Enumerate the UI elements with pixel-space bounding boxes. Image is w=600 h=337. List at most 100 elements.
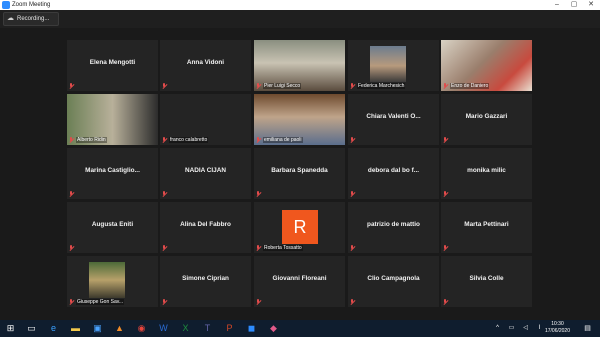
participant-footer — [256, 298, 261, 305]
participant-tile[interactable]: Giovanni Floreani — [254, 256, 345, 307]
store-icon[interactable]: ▣ — [92, 323, 103, 334]
participant-tile[interactable]: Marina Castiglio... — [67, 148, 158, 199]
participant-footer: Enzo de Daniero — [443, 82, 490, 89]
close-button[interactable]: ✕ — [584, 0, 598, 10]
participant-tile[interactable]: Augusta Eniti — [67, 202, 158, 253]
edge-browser-icon[interactable]: e — [48, 323, 59, 334]
participant-name: Marina Castiglio... — [85, 167, 140, 174]
participant-footer — [256, 190, 261, 197]
participant-name: Marta Pettinari — [464, 221, 509, 228]
word-icon[interactable]: W — [158, 323, 169, 334]
windows-taskbar: ⊞ ▭ e ▬ ▣ ▲ ◉ W X T P ◼ ◆ ^ ▭ ◁ I 10:30 … — [0, 320, 600, 337]
muted-mic-icon — [256, 244, 261, 251]
participant-tile[interactable]: patrizio de mattio — [348, 202, 439, 253]
network-icon[interactable]: ▭ — [506, 323, 517, 334]
participant-footer: Federica Marchesich — [350, 82, 406, 89]
muted-mic-icon — [256, 190, 261, 197]
participant-tile[interactable]: Enzo de Daniero — [441, 40, 532, 91]
participant-video — [370, 46, 406, 82]
title-bar: Zoom Meeting – ▢ ✕ — [0, 0, 600, 10]
maximize-button[interactable]: ▢ — [567, 0, 581, 10]
participant-name: Giovanni Floreani — [272, 275, 327, 282]
participant-name: NADIA CIJAN — [185, 167, 226, 174]
recording-label: Recording... — [17, 16, 50, 22]
window-title: Zoom Meeting — [12, 2, 51, 8]
participant-name: patrizio de mattio — [367, 221, 420, 228]
participant-tile[interactable]: Federica Marchesich — [348, 40, 439, 91]
participant-footer — [350, 244, 355, 251]
muted-mic-icon — [162, 136, 167, 143]
participant-tile[interactable]: monika milic — [441, 148, 532, 199]
muted-mic-icon — [256, 298, 261, 305]
participant-footer — [443, 244, 448, 251]
participant-name: Barbara Spanedda — [271, 167, 328, 174]
gallery-view: Elena Mengotti Anna Vidoni Pier Luigi Secc… — [0, 28, 600, 320]
meeting-top-bar — [0, 10, 600, 28]
muted-mic-icon — [350, 244, 355, 251]
excel-icon[interactable]: X — [180, 323, 191, 334]
cloud-icon: ☁ — [7, 15, 14, 22]
participant-tile[interactable]: debora dal bo f... — [348, 148, 439, 199]
participant-label: Enzo de Daniero — [450, 82, 490, 89]
participant-name: Clio Campagnola — [367, 275, 420, 282]
participant-name: Elena Mengotti — [89, 59, 136, 66]
app-icon[interactable]: ◆ — [268, 323, 279, 334]
participant-tile[interactable]: Simone Ciprian — [160, 256, 251, 307]
participant-footer — [443, 190, 448, 197]
participant-tile[interactable]: Elena Mengotti — [67, 40, 158, 91]
chrome-icon[interactable]: ◉ — [136, 323, 147, 334]
muted-mic-icon — [443, 244, 448, 251]
participant-tile[interactable]: emiliana de paoli — [254, 94, 345, 145]
powerpoint-icon[interactable]: P — [224, 323, 235, 334]
participant-footer — [443, 298, 448, 305]
muted-mic-icon — [162, 244, 167, 251]
volume-icon[interactable]: ◁ — [520, 323, 531, 334]
muted-mic-icon — [350, 298, 355, 305]
participant-avatar: R — [282, 210, 318, 244]
language-icon[interactable]: I — [534, 323, 545, 334]
clock-time: 10:30 — [551, 321, 564, 327]
participant-tile[interactable]: Clio Campagnola — [348, 256, 439, 307]
recording-indicator[interactable]: ☁ Recording... — [3, 12, 59, 26]
participant-label: Giuseppe Gon Sav... — [76, 298, 125, 305]
participant-footer — [162, 82, 167, 89]
participant-tile[interactable]: Marta Pettinari — [441, 202, 532, 253]
participant-tile[interactable]: Barbara Spanedda — [254, 148, 345, 199]
participant-name: debora dal bo f... — [367, 167, 420, 174]
participant-tile[interactable]: Pier Luigi Secco — [254, 40, 345, 91]
participant-label: Federica Marchesich — [357, 82, 406, 89]
file-explorer-icon[interactable]: ▬ — [70, 323, 81, 334]
participant-video — [89, 262, 125, 298]
participant-footer: emiliana de paoli — [256, 136, 303, 143]
minimize-button[interactable]: – — [550, 0, 564, 10]
clock-date: 17/06/2020 — [544, 328, 570, 334]
zoom-logo-icon — [2, 1, 10, 9]
participant-tile[interactable]: Alberto Ridin — [67, 94, 158, 145]
teams-icon[interactable]: T — [202, 323, 213, 334]
participant-label: Pier Luigi Secco — [263, 82, 302, 89]
participant-tile[interactable]: R Roberta Tossatto — [254, 202, 345, 253]
participant-footer — [350, 298, 355, 305]
notification-icon[interactable]: ▤ — [582, 323, 593, 334]
zoom-taskbar-icon[interactable]: ◼ — [246, 323, 257, 334]
participant-tile[interactable]: NADIA CIJAN — [160, 148, 251, 199]
participant-footer — [162, 190, 167, 197]
participant-tile[interactable]: Silvia Colle — [441, 256, 532, 307]
taskbar-clock[interactable]: 10:30 17/06/2020 — [545, 321, 570, 335]
participant-tile[interactable]: Giuseppe Gon Sav... — [67, 256, 158, 307]
participant-tile[interactable]: Anna Vidoni — [160, 40, 251, 91]
vlc-icon[interactable]: ▲ — [114, 323, 125, 334]
participant-tile[interactable]: Mario Gazzari — [441, 94, 532, 145]
task-view-icon[interactable]: ▭ — [26, 323, 37, 334]
participant-footer: Roberta Tossatto — [256, 244, 303, 251]
participant-tile[interactable]: franco calabretto — [160, 94, 251, 145]
chevron-up-icon[interactable]: ^ — [492, 323, 503, 334]
windows-start-icon[interactable]: ⊞ — [5, 323, 16, 334]
participant-name: Augusta Eniti — [91, 221, 134, 228]
muted-mic-icon — [350, 136, 355, 143]
participant-tile[interactable]: Alina Del Fabbro — [160, 202, 251, 253]
participant-footer — [350, 190, 355, 197]
muted-mic-icon — [350, 190, 355, 197]
muted-mic-icon — [256, 136, 261, 143]
participant-tile[interactable]: Chiara Valenti O... — [348, 94, 439, 145]
